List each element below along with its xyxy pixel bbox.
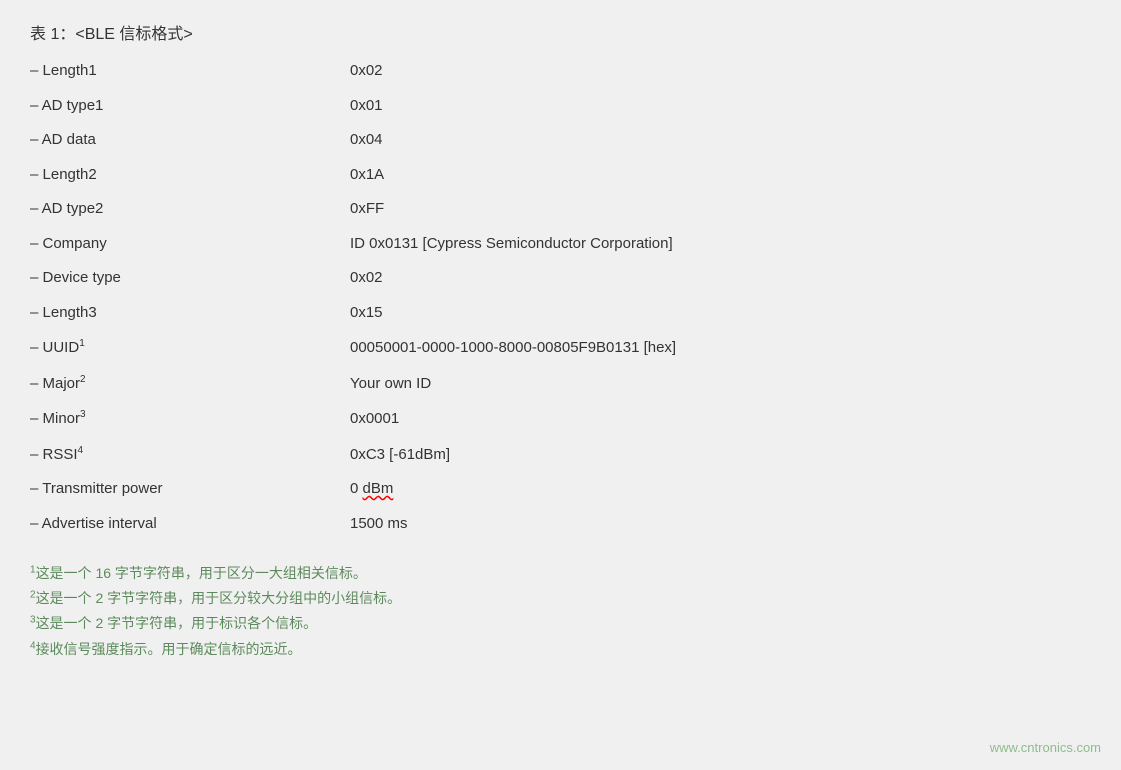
row-label: – UUID1 [30, 336, 350, 360]
footnote-text: 这是一个 2 字节字符串，用于区分较大分组中的小组信标。 [36, 590, 402, 606]
row-value: 0x01 [350, 95, 383, 118]
table-row: – CompanyID 0x0131 [Cypress Semiconducto… [30, 227, 1091, 262]
row-label: – Minor3 [30, 407, 350, 431]
row-value: 0x0001 [350, 408, 399, 431]
ble-table: 表 1：<BLE 信标格式> – Length10x02– AD type10x… [30, 20, 1091, 541]
table-row: – Length10x02 [30, 54, 1091, 89]
table-row: – RSSI40xC3 [-61dBm] [30, 437, 1091, 473]
table-row: – UUID100050001-0000-1000-8000-00805F9B0… [30, 330, 1091, 366]
footnote-text: 这是一个 2 字节字符串，用于标识各个信标。 [36, 615, 318, 631]
row-value: Your own ID [350, 373, 431, 396]
table-title: 表 1：<BLE 信标格式> [30, 20, 1091, 44]
row-value: 0 dBm [350, 478, 393, 501]
row-label: – Company [30, 233, 350, 256]
row-label: – Advertise interval [30, 513, 350, 536]
footnote-item: 3这是一个 2 字节字符串，用于标识各个信标。 [30, 611, 1091, 636]
footnote-item: 4接收信号强度指示。用于确定信标的远近。 [30, 637, 1091, 662]
table-row: – Major2Your own ID [30, 366, 1091, 402]
row-value: 0x04 [350, 129, 383, 152]
table-row: – AD type20xFF [30, 192, 1091, 227]
row-value: 0x02 [350, 267, 383, 290]
footnote-item: 1这是一个 16 字节字符串，用于区分一大组相关信标。 [30, 561, 1091, 586]
row-label: – AD type1 [30, 95, 350, 118]
row-label: – Major2 [30, 372, 350, 396]
table-row: – Transmitter power0 dBm [30, 472, 1091, 507]
table-row: – AD data0x04 [30, 123, 1091, 158]
table-row: – Device type0x02 [30, 261, 1091, 296]
row-value: ID 0x0131 [Cypress Semiconductor Corpora… [350, 233, 673, 256]
row-label: – AD type2 [30, 198, 350, 221]
footnote-text: 接收信号强度指示。用于确定信标的远近。 [36, 641, 302, 657]
row-value: 0xFF [350, 198, 384, 221]
row-label: – Length1 [30, 60, 350, 83]
row-value: 00050001-0000-1000-8000-00805F9B0131 [he… [350, 337, 676, 360]
row-label: – RSSI4 [30, 443, 350, 467]
watermark: www.cntronics.com [990, 740, 1101, 755]
row-value: 0x15 [350, 302, 383, 325]
row-label: – AD data [30, 129, 350, 152]
row-value: 0x1A [350, 164, 384, 187]
table-row: – AD type10x01 [30, 89, 1091, 124]
table-row: – Length30x15 [30, 296, 1091, 331]
footnotes-section: 1这是一个 16 字节字符串，用于区分一大组相关信标。2这是一个 2 字节字符串… [30, 561, 1091, 662]
table-row: – Length20x1A [30, 158, 1091, 193]
table-row: – Advertise interval1500 ms [30, 507, 1091, 542]
footnote-text: 这是一个 16 字节字符串，用于区分一大组相关信标。 [36, 565, 367, 581]
row-label: – Transmitter power [30, 478, 350, 501]
row-value: 0x02 [350, 60, 383, 83]
row-label: – Length2 [30, 164, 350, 187]
row-value: 1500 ms [350, 513, 408, 536]
row-label: – Device type [30, 267, 350, 290]
footnote-item: 2这是一个 2 字节字符串，用于区分较大分组中的小组信标。 [30, 586, 1091, 611]
table-row: – Minor30x0001 [30, 401, 1091, 437]
row-value: 0xC3 [-61dBm] [350, 444, 450, 467]
row-label: – Length3 [30, 302, 350, 325]
